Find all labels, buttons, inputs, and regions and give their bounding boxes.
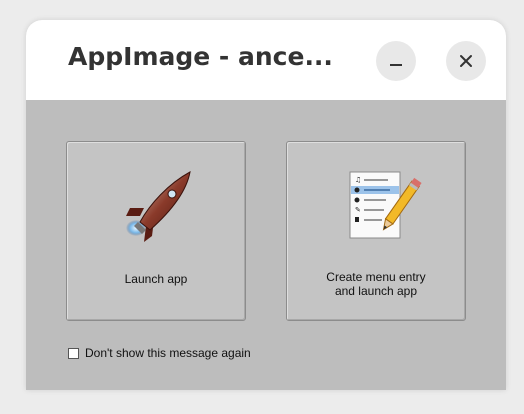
dont-show-again-option[interactable]: Don't show this message again bbox=[68, 346, 251, 360]
create-menu-entry-label: Create menu entry and launch app bbox=[291, 270, 461, 298]
launch-app-label: Launch app bbox=[124, 272, 188, 286]
appimage-dialog: AppImage - ance... Launch app ♫ ✎ Create… bbox=[26, 20, 506, 390]
titlebar: AppImage - ance... bbox=[26, 20, 506, 100]
launch-app-button[interactable]: Launch app bbox=[66, 141, 246, 321]
minimize-button[interactable] bbox=[376, 41, 416, 81]
create-menu-entry-button[interactable]: ♫ ✎ Create menu entry and launch app bbox=[286, 141, 466, 321]
menu-entry-pencil-icon: ♫ ✎ bbox=[326, 164, 426, 246]
dont-show-again-checkbox[interactable] bbox=[68, 347, 79, 359]
window-title: AppImage - ance... bbox=[68, 42, 333, 71]
minimize-icon bbox=[390, 64, 402, 66]
dont-show-again-label: Don't show this message again bbox=[85, 346, 251, 360]
create-menu-entry-label-line1: Create menu entry bbox=[326, 270, 426, 284]
rocket-icon bbox=[106, 164, 206, 246]
close-button[interactable] bbox=[446, 41, 486, 81]
svg-text:♫: ♫ bbox=[355, 176, 361, 184]
close-icon bbox=[460, 55, 472, 67]
create-menu-entry-label-line2: and launch app bbox=[334, 284, 418, 298]
svg-text:✎: ✎ bbox=[355, 206, 361, 214]
